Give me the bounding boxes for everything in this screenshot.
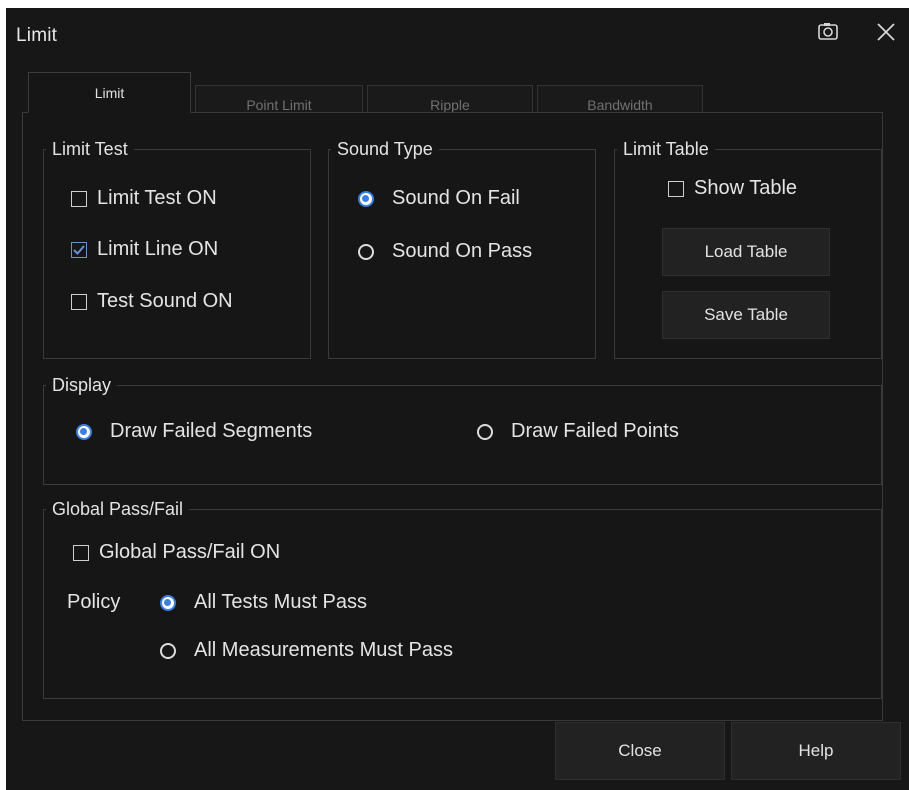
radio-selected: [76, 423, 92, 440]
tab-limit[interactable]: Limit: [28, 72, 191, 113]
show-table-checkbox[interactable]: Show Table: [668, 177, 797, 200]
camera-icon[interactable]: [817, 20, 839, 42]
global-pass-fail-on-label: Global Pass/Fail ON: [99, 541, 281, 563]
checkbox-box: [71, 293, 87, 310]
draw-failed-points-label: Draw Failed Points: [511, 420, 679, 442]
limit-test-on-label: Limit Test ON: [97, 187, 217, 209]
sound-on-pass-radio[interactable]: Sound On Pass: [358, 240, 532, 263]
checkbox-box: [71, 190, 87, 207]
close-button[interactable]: Close: [555, 722, 725, 780]
checkmark-icon: [73, 244, 85, 255]
tab-content-panel: Limit Test Limit Test ON Limit Line ON T…: [22, 112, 883, 721]
load-table-button[interactable]: Load Table: [662, 228, 830, 276]
draw-failed-segments-label: Draw Failed Segments: [110, 420, 313, 442]
all-measurements-must-pass-radio[interactable]: All Measurements Must Pass: [160, 639, 453, 662]
draw-failed-points-radio[interactable]: Draw Failed Points: [477, 420, 679, 443]
limit-dialog: Limit Limit Point Limit Ripple Bandwidth…: [6, 8, 909, 790]
radio-selected: [358, 190, 374, 207]
display-legend: Display: [52, 375, 112, 395]
limit-table-legend: Limit Table: [623, 139, 709, 159]
all-tests-must-pass-radio[interactable]: All Tests Must Pass: [160, 591, 367, 614]
help-button[interactable]: Help: [731, 722, 901, 780]
limit-line-on-checkbox[interactable]: Limit Line ON: [71, 238, 218, 261]
checkbox-box-checked: [71, 241, 87, 258]
save-table-button[interactable]: Save Table: [662, 291, 830, 339]
draw-failed-segments-radio[interactable]: Draw Failed Segments: [76, 420, 312, 443]
sound-on-fail-label: Sound On Fail: [392, 187, 520, 209]
limit-test-on-checkbox[interactable]: Limit Test ON: [71, 187, 217, 210]
dialog-title: Limit: [16, 25, 58, 46]
radio-selected: [160, 594, 176, 611]
test-sound-on-checkbox[interactable]: Test Sound ON: [71, 290, 233, 313]
sound-type-legend: Sound Type: [337, 139, 433, 159]
close-icon[interactable]: [875, 21, 897, 43]
all-measurements-must-pass-label: All Measurements Must Pass: [194, 639, 453, 661]
policy-label: Policy: [67, 591, 121, 613]
global-pass-fail-legend: Global Pass/Fail: [52, 499, 184, 519]
checkbox-box: [668, 180, 684, 197]
limit-test-legend: Limit Test: [52, 139, 128, 159]
limit-line-on-label: Limit Line ON: [97, 238, 219, 260]
radio-unselected: [160, 642, 176, 659]
radio-unselected: [358, 243, 374, 260]
radio-unselected: [477, 423, 493, 440]
test-sound-on-label: Test Sound ON: [97, 290, 233, 312]
sound-on-fail-radio[interactable]: Sound On Fail: [358, 187, 520, 210]
global-pass-fail-on-checkbox[interactable]: Global Pass/Fail ON: [73, 541, 280, 564]
show-table-label: Show Table: [694, 177, 798, 199]
all-tests-must-pass-label: All Tests Must Pass: [194, 591, 368, 613]
sound-on-pass-label: Sound On Pass: [392, 240, 533, 262]
checkbox-box: [73, 544, 89, 561]
